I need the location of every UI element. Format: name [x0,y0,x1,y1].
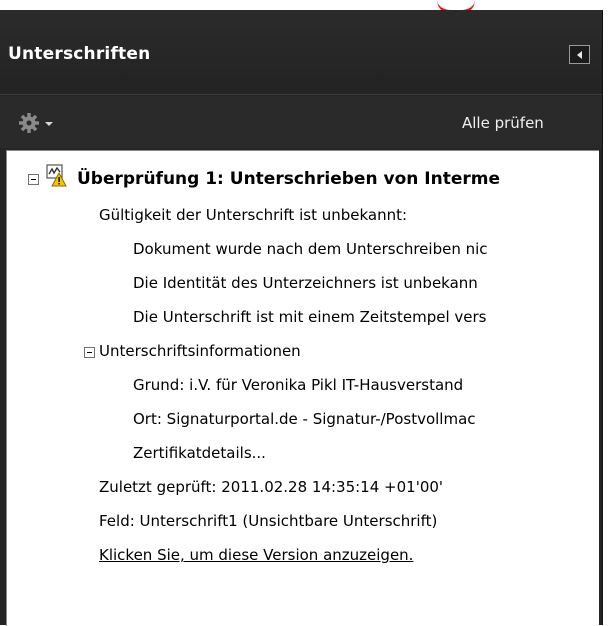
signature-field: Feld: Unterschrift1 (Unsichtbare Untersc… [99,512,438,530]
detail-timestamp: Die Unterschrift ist mit einem Zeitstemp… [133,308,487,326]
signature-warning-icon [46,164,72,192]
view-version-link[interactable]: Klicken Sie, um diese Version anzuzeigen… [99,546,413,564]
signature-location: Ort: Signaturportal.de - Signatur-/Postv… [133,410,476,428]
collapse-panel-icon [577,51,582,59]
chevron-down-icon [45,122,53,126]
signature-tree: Überprüfung 1: Unterschrieben von Interm… [6,150,599,626]
certificate-details-link[interactable]: Zertifikatdetails... [133,444,266,462]
options-menu-button[interactable] [18,112,64,134]
top-strip [0,0,608,10]
collapse-verification-toggle[interactable] [28,174,39,185]
last-checked: Zuletzt geprüft: 2011.02.28 14:35:14 +01… [99,478,444,496]
gear-icon [19,113,39,133]
collapse-signature-info-toggle[interactable] [84,347,95,358]
panel-header: Unterschriften [0,10,602,95]
signatures-panel: Unterschriften Alle prüfen Überprüfung 1… [0,10,603,626]
detail-document-changed: Dokument wurde nach dem Unterschreiben n… [133,240,488,258]
signature-info-node[interactable]: Unterschriftsinformationen [99,342,301,360]
panel-toolbar: Alle prüfen [0,96,602,148]
signature-reason: Grund: i.V. für Veronika Pikl IT-Hausver… [133,376,464,394]
screenshot-frame: Unterschriften Alle prüfen Überprüfung 1… [0,0,608,626]
validity-status: Gültigkeit der Unterschrift ist unbekann… [99,206,408,224]
verification-title[interactable]: Überprüfung 1: Unterschrieben von Interm… [77,169,500,189]
collapse-panel-button[interactable] [569,45,590,64]
detail-identity-unknown: Die Identität des Unterzeichners ist unb… [133,274,478,292]
panel-title: Unterschriften [8,44,151,64]
verify-all-button[interactable]: Alle prüfen [462,114,544,132]
